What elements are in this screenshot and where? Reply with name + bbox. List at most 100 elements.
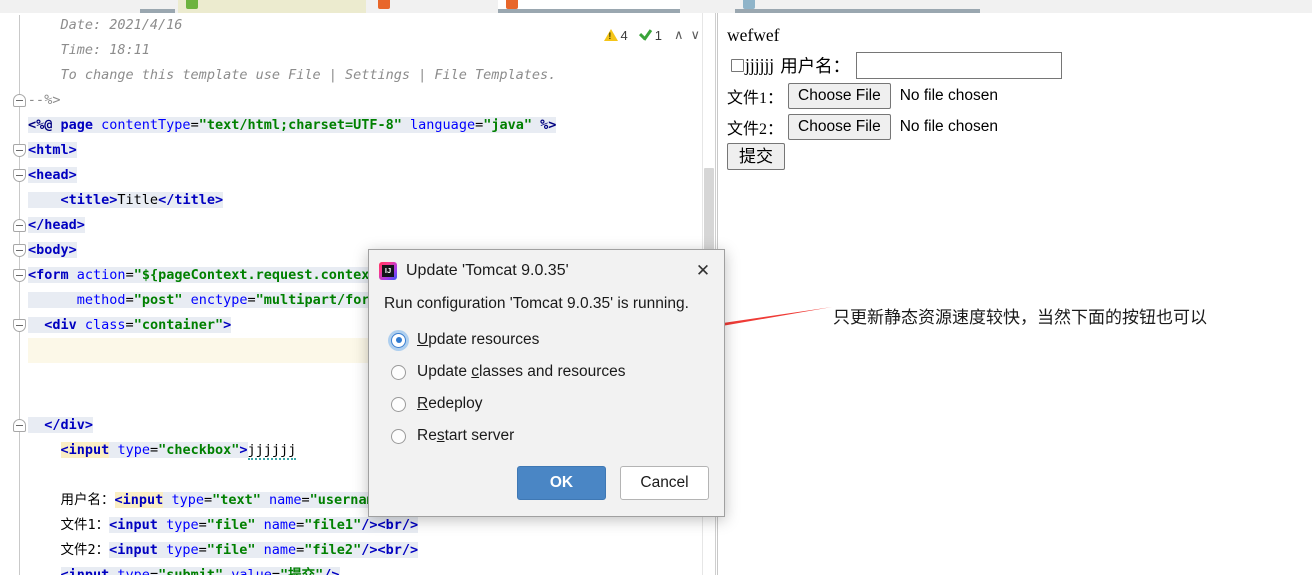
code-token: class: [84, 317, 126, 333]
radio-option-redeploy[interactable]: Redeploy: [391, 388, 724, 420]
code-token: method: [76, 292, 126, 308]
code-token: =: [271, 567, 281, 575]
code-token: 文件1：: [60, 517, 110, 533]
code-fold-toggle[interactable]: [13, 244, 26, 257]
code-token: "usernam: [309, 492, 375, 508]
radio-button[interactable]: [391, 332, 406, 348]
radio-option-update-resources[interactable]: Update resources: [391, 324, 724, 356]
code-token: "submit": [158, 567, 224, 575]
code-line: <input type="submit" value="提交"/>: [28, 563, 676, 575]
username-input[interactable]: [856, 51, 1063, 79]
radio-option-restart-server[interactable]: Restart server: [391, 420, 724, 452]
code-token: =: [301, 492, 310, 508]
code-token: page: [60, 117, 102, 133]
code-line: <html>: [28, 138, 676, 163]
code-fold-toggle[interactable]: [13, 319, 26, 332]
checkbox-label: jjjjjj: [745, 54, 775, 75]
code-token: type: [171, 492, 204, 508]
code-token: Title: [117, 192, 159, 208]
code-line: </head>: [28, 213, 676, 238]
code-token: name: [269, 492, 302, 508]
code-token: =: [125, 267, 134, 283]
code-token: =: [198, 542, 207, 558]
code-token: <input: [60, 567, 118, 575]
radio-label: Redeploy: [417, 395, 483, 412]
code-token: value: [231, 567, 272, 575]
submit-row: 提交: [727, 142, 1312, 170]
browser-content-pane: wefwef jjjjjj 用户名： 文件1： Choose File No f…: [717, 13, 1312, 575]
code-fold-toggle[interactable]: [13, 219, 26, 232]
code-token: language: [410, 117, 476, 133]
editor-fold-markers[interactable]: [0, 13, 28, 575]
code-token: </title>: [158, 192, 224, 208]
code-token: <br/>: [377, 542, 419, 558]
code-token: />: [361, 517, 378, 533]
code-token: type: [117, 567, 150, 575]
radio-button[interactable]: [391, 428, 406, 444]
code-line: <head>: [28, 163, 676, 188]
code-token: </div>: [44, 417, 94, 433]
code-token: />: [361, 542, 378, 558]
file2-choose-button[interactable]: Choose File: [788, 113, 891, 140]
dialog-option-group[interactable]: Update resources Update classes and resou…: [369, 313, 724, 452]
browser-tab-3[interactable]: [370, 0, 495, 11]
code-token: <br/>: [377, 517, 419, 533]
chevron-up-icon[interactable]: ∧: [672, 27, 686, 43]
code-token: =: [149, 442, 159, 458]
code-line: To change this template use File | Setti…: [28, 63, 676, 88]
ok-button[interactable]: OK: [517, 466, 606, 500]
code-token: >: [239, 442, 248, 458]
radio-option-update-classes-and-resources[interactable]: Update classes and resources: [391, 356, 724, 388]
code-token: =: [247, 292, 256, 308]
code-fold-toggle[interactable]: [13, 419, 26, 432]
cancel-button[interactable]: Cancel: [620, 466, 709, 500]
tab-favicon-icon: [186, 0, 198, 9]
code-fold-toggle[interactable]: [13, 269, 26, 282]
code-token: "file1": [304, 517, 362, 533]
code-line: Date: 2021/4/16: [28, 13, 676, 38]
code-token: <input: [114, 492, 164, 508]
page-checkbox[interactable]: [731, 58, 744, 72]
chevron-down-icon[interactable]: ∨: [688, 27, 702, 43]
code-token: type: [166, 542, 199, 558]
radio-button[interactable]: [391, 364, 406, 380]
radio-button[interactable]: [391, 396, 406, 412]
check-count: 1: [654, 27, 662, 43]
code-fold-toggle[interactable]: [13, 169, 26, 182]
code-token: type: [166, 517, 199, 533]
code-token: </head>: [28, 217, 85, 233]
code-token: <input: [109, 542, 167, 558]
code-token: name: [263, 517, 297, 533]
code-token: contentType: [101, 117, 191, 133]
code-token: <%@: [28, 117, 61, 133]
file1-choose-button[interactable]: Choose File: [788, 82, 891, 109]
submit-button[interactable]: 提交: [727, 143, 785, 170]
code-token: />: [323, 567, 340, 575]
code-token: To change this template use File | Setti…: [60, 67, 557, 83]
dialog-title-bar: Update 'Tomcat 9.0.35' ✕: [369, 250, 724, 291]
username-label: 用户名：: [780, 55, 851, 76]
code-token: %>: [532, 117, 557, 133]
close-icon[interactable]: ✕: [692, 260, 714, 282]
update-tomcat-dialog[interactable]: Update 'Tomcat 9.0.35' ✕ Run configurati…: [368, 249, 725, 517]
code-token: "file2": [304, 542, 362, 558]
code-token: --%>: [28, 92, 61, 108]
code-fold-toggle[interactable]: [13, 94, 26, 107]
code-token: <html>: [28, 142, 77, 158]
code-token: "java": [483, 117, 532, 133]
code-line: --%>: [28, 88, 676, 113]
code-fold-toggle[interactable]: [13, 144, 26, 157]
inspection-widget[interactable]: 4 1 ∧ ∨: [603, 27, 703, 43]
tab-favicon-icon: [743, 0, 755, 9]
code-token: "file": [206, 542, 256, 558]
code-token: Date: 2021/4/16: [60, 17, 183, 33]
code-token: >: [223, 317, 232, 333]
code-token: "提交": [280, 567, 324, 575]
code-token: [255, 517, 264, 533]
code-token: <body>: [28, 242, 77, 258]
file2-status: No file chosen: [899, 117, 998, 135]
code-line: Time: 18:11: [28, 38, 676, 63]
code-token: =: [149, 567, 159, 575]
code-token: enctype: [190, 292, 248, 308]
code-token: [260, 492, 270, 508]
